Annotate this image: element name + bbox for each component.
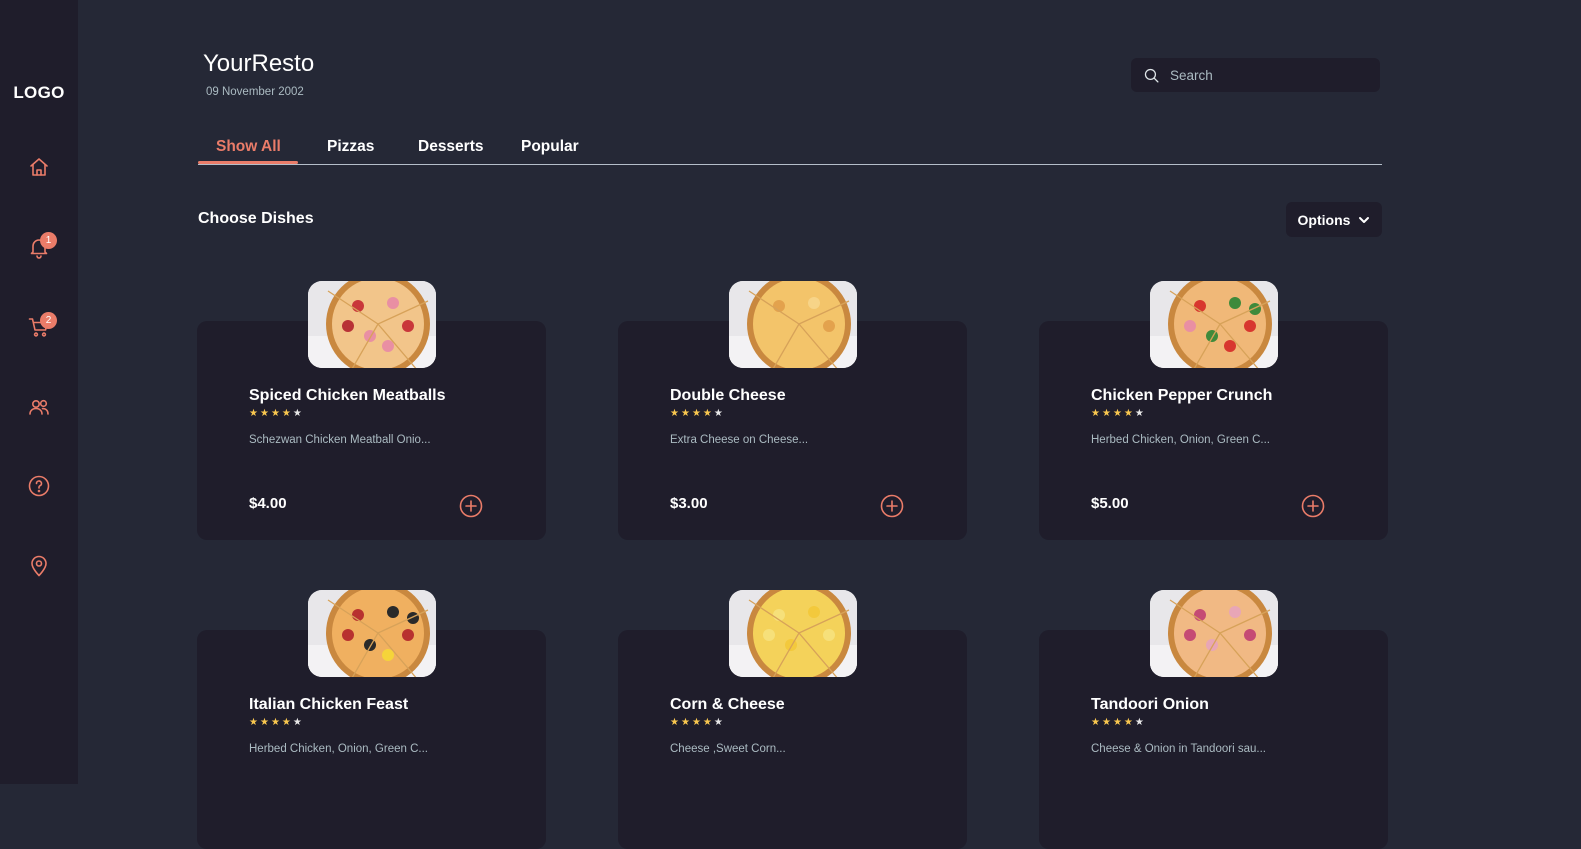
logo[interactable]: LOGO <box>0 83 78 103</box>
dish-image <box>1150 590 1278 677</box>
star-icon: ★ <box>259 408 269 419</box>
search-box[interactable] <box>1131 58 1380 92</box>
active-tab-indicator <box>198 161 298 164</box>
star-icon: ★ <box>670 408 679 419</box>
star-icon: ★ <box>292 717 302 728</box>
cart-badge: 2 <box>40 312 57 329</box>
add-to-cart-button[interactable] <box>1301 494 1325 518</box>
star-icon: ★ <box>1091 408 1100 419</box>
star-icon: ★ <box>680 717 690 728</box>
dish-name: Spiced Chicken Meatballs <box>249 387 446 404</box>
sidebar-item-location[interactable] <box>19 546 59 586</box>
tab-show-all[interactable]: Show All <box>216 138 281 156</box>
star-icon: ★ <box>281 717 291 728</box>
plus-circle-icon <box>1301 494 1325 518</box>
dish-name: Double Cheese <box>670 387 786 404</box>
home-icon <box>30 158 48 176</box>
dish-name: Tandoori Onion <box>1091 696 1209 713</box>
dish-image <box>308 590 436 677</box>
users-icon <box>29 399 49 415</box>
notification-badge: 1 <box>40 232 57 249</box>
sidebar-item-users[interactable] <box>19 387 59 427</box>
star-icon: ★ <box>270 717 280 728</box>
dish-price: $3.00 <box>670 495 708 512</box>
star-rating: ★ ★ ★ ★ ★ <box>249 409 302 419</box>
dish-description: Herbed Chicken, Onion, Green C... <box>249 743 428 755</box>
search-icon <box>1144 68 1159 83</box>
options-label: Options <box>1297 211 1351 228</box>
star-icon: ★ <box>691 408 701 419</box>
star-icon: ★ <box>1123 717 1133 728</box>
star-icon: ★ <box>292 408 302 419</box>
pizza-image <box>308 590 436 677</box>
tab-pizzas[interactable]: Pizzas <box>327 138 374 156</box>
star-icon: ★ <box>259 717 269 728</box>
add-to-cart-button[interactable] <box>459 494 483 518</box>
star-icon: ★ <box>691 717 701 728</box>
sidebar: LOGO 1 2 <box>0 0 78 784</box>
star-icon: ★ <box>1112 408 1122 419</box>
star-icon: ★ <box>1091 717 1100 728</box>
star-icon: ★ <box>281 408 291 419</box>
star-icon: ★ <box>270 408 280 419</box>
dish-description: Cheese ,Sweet Corn... <box>670 743 786 755</box>
dish-image <box>1150 281 1278 368</box>
tab-popular[interactable]: Popular <box>521 138 579 156</box>
pizza-image <box>729 590 857 677</box>
star-icon: ★ <box>249 717 258 728</box>
star-icon: ★ <box>713 408 723 419</box>
dish-image <box>729 281 857 368</box>
star-icon: ★ <box>670 717 679 728</box>
sidebar-item-home[interactable] <box>19 147 59 187</box>
star-rating: ★ ★ ★ ★ ★ <box>1091 718 1144 728</box>
star-icon: ★ <box>1101 717 1111 728</box>
star-rating: ★ ★ ★ ★ ★ <box>670 718 723 728</box>
sidebar-item-notifications[interactable]: 1 <box>19 227 59 267</box>
dish-name: Corn & Cheese <box>670 696 785 713</box>
star-icon: ★ <box>249 408 258 419</box>
star-icon: ★ <box>1123 408 1133 419</box>
dish-name: Chicken Pepper Crunch <box>1091 387 1273 404</box>
category-tabs: Show All Pizzas Desserts Popular <box>198 136 1382 165</box>
dish-description: Cheese & Onion in Tandoori sau... <box>1091 743 1266 755</box>
pizza-image <box>1150 281 1278 368</box>
dish-price: $4.00 <box>249 495 287 512</box>
star-rating: ★ ★ ★ ★ ★ <box>1091 409 1144 419</box>
star-icon: ★ <box>1101 408 1111 419</box>
dish-price: $5.00 <box>1091 495 1129 512</box>
dish-image <box>729 590 857 677</box>
search-input[interactable] <box>1170 67 1370 83</box>
page-date: 09 November 2002 <box>206 86 304 98</box>
star-icon: ★ <box>702 408 712 419</box>
pizza-image <box>729 281 857 368</box>
star-rating: ★ ★ ★ ★ ★ <box>670 409 723 419</box>
star-rating: ★ ★ ★ ★ ★ <box>249 718 302 728</box>
sidebar-item-cart[interactable]: 2 <box>19 307 59 347</box>
dish-description: Extra Cheese on Cheese... <box>670 434 809 446</box>
star-icon: ★ <box>713 717 723 728</box>
sidebar-item-help[interactable] <box>19 466 59 506</box>
star-icon: ★ <box>680 408 690 419</box>
add-to-cart-button[interactable] <box>880 494 904 518</box>
plus-circle-icon <box>459 494 483 518</box>
star-icon: ★ <box>1112 717 1122 728</box>
plus-circle-icon <box>880 494 904 518</box>
help-icon <box>28 475 50 497</box>
star-icon: ★ <box>702 717 712 728</box>
dish-description: Schezwan Chicken Meatball Onio... <box>249 434 431 446</box>
dish-image <box>308 281 436 368</box>
chevron-down-icon <box>1359 216 1370 223</box>
page-title: YourResto <box>203 50 315 77</box>
dish-description: Herbed Chicken, Onion, Green C... <box>1091 434 1270 446</box>
star-icon: ★ <box>1134 408 1144 419</box>
options-dropdown[interactable]: Options <box>1286 202 1382 237</box>
location-pin-icon <box>31 555 47 577</box>
pizza-image <box>1150 590 1278 677</box>
star-icon: ★ <box>1134 717 1144 728</box>
dish-name: Italian Chicken Feast <box>249 696 409 713</box>
section-title: Choose Dishes <box>198 210 314 227</box>
tab-desserts[interactable]: Desserts <box>418 138 484 156</box>
pizza-image <box>308 281 436 368</box>
